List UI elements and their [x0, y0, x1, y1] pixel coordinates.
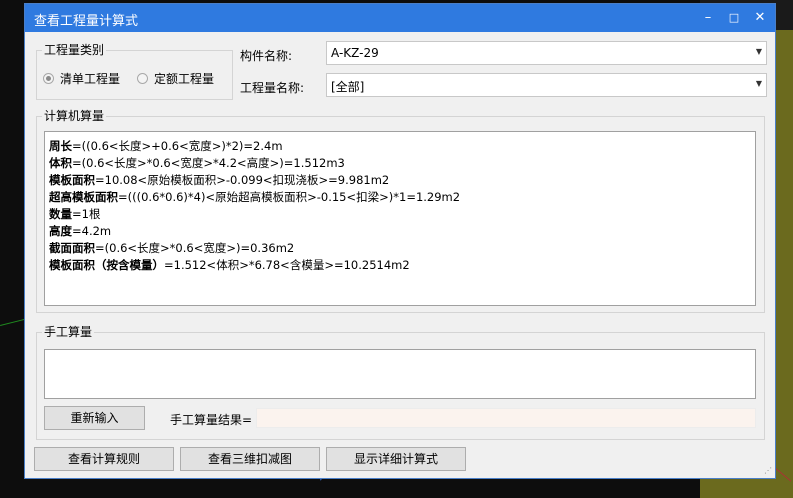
view-calc-rules-button[interactable]: 查看计算规则: [34, 447, 174, 471]
component-name-label: 构件名称:: [240, 49, 293, 63]
title-bar[interactable]: 查看工程量计算式 – □ ✕: [25, 4, 775, 32]
view-3d-deduction-button[interactable]: 查看三维扣减图: [180, 447, 320, 471]
resize-grip-icon[interactable]: ⋰: [764, 466, 772, 475]
computer-calc-group-label: 计算机算量: [42, 107, 107, 124]
component-name-combo[interactable]: A-KZ-29 ▼: [326, 41, 767, 65]
chevron-down-icon: ▼: [755, 47, 762, 56]
formula-line: 数量=1根: [49, 207, 101, 221]
radio-circle: [43, 73, 54, 84]
quantity-name-value: [全部]: [331, 80, 365, 94]
radio-quota-quantity-label: 定额工程量: [154, 72, 215, 86]
formula-line: 体积=(0.6<长度>*0.6<宽度>*4.2<高度>)=1.512m3: [49, 156, 345, 170]
component-name-value: A-KZ-29: [331, 46, 379, 60]
formula-line: 周长=((0.6<长度>+0.6<宽度>)*2)=2.4m: [49, 139, 283, 153]
formula-line: 截面面积=(0.6<长度>*0.6<宽度>)=0.36m2: [49, 241, 295, 255]
chevron-down-icon: ▼: [755, 79, 762, 88]
quantity-formula-dialog: 查看工程量计算式 – □ ✕ 工程量类别 清单工程量 定额工程量 构件名称: A…: [24, 3, 776, 479]
quantity-name-combo[interactable]: [全部] ▼: [326, 73, 767, 97]
formula-text-area[interactable]: 周长=((0.6<长度>+0.6<宽度>)*2)=2.4m 体积=(0.6<长度…: [44, 131, 756, 306]
manual-result-label: 手工算量结果=: [170, 413, 253, 427]
radio-quota-quantity[interactable]: 定额工程量: [137, 70, 214, 87]
radio-circle: [137, 73, 148, 84]
close-button[interactable]: ✕: [749, 8, 771, 28]
minimize-button[interactable]: –: [697, 8, 719, 28]
maximize-button[interactable]: □: [723, 8, 745, 28]
formula-line: 模板面积=10.08<原始模板面积>-0.099<扣现浇板>=9.981m2: [49, 173, 390, 187]
radio-bill-quantity-label: 清单工程量: [60, 72, 121, 86]
formula-line: 超高模板面积=(((0.6*0.6)*4)<原始超高模板面积>-0.15<扣梁>…: [49, 190, 461, 204]
window-title: 查看工程量计算式: [34, 14, 139, 29]
show-detail-formula-button[interactable]: 显示详细计算式: [326, 447, 466, 471]
radio-bill-quantity[interactable]: 清单工程量: [43, 70, 120, 87]
manual-calc-input[interactable]: [44, 349, 756, 399]
quantity-name-label: 工程量名称:: [240, 81, 305, 95]
formula-line: 高度=4.2m: [49, 224, 112, 238]
formula-line: 模板面积（按含模量）=1.512<体积>*6.78<含模量>=10.2514m2: [49, 258, 410, 272]
manual-calc-group-label: 手工算量: [42, 323, 95, 340]
manual-result-field: [256, 408, 756, 428]
reenter-button[interactable]: 重新输入: [44, 406, 145, 430]
cad-line-green: [0, 318, 26, 326]
quantity-type-group-label: 工程量类别: [42, 41, 107, 58]
radio-selected-dot: [46, 76, 51, 81]
